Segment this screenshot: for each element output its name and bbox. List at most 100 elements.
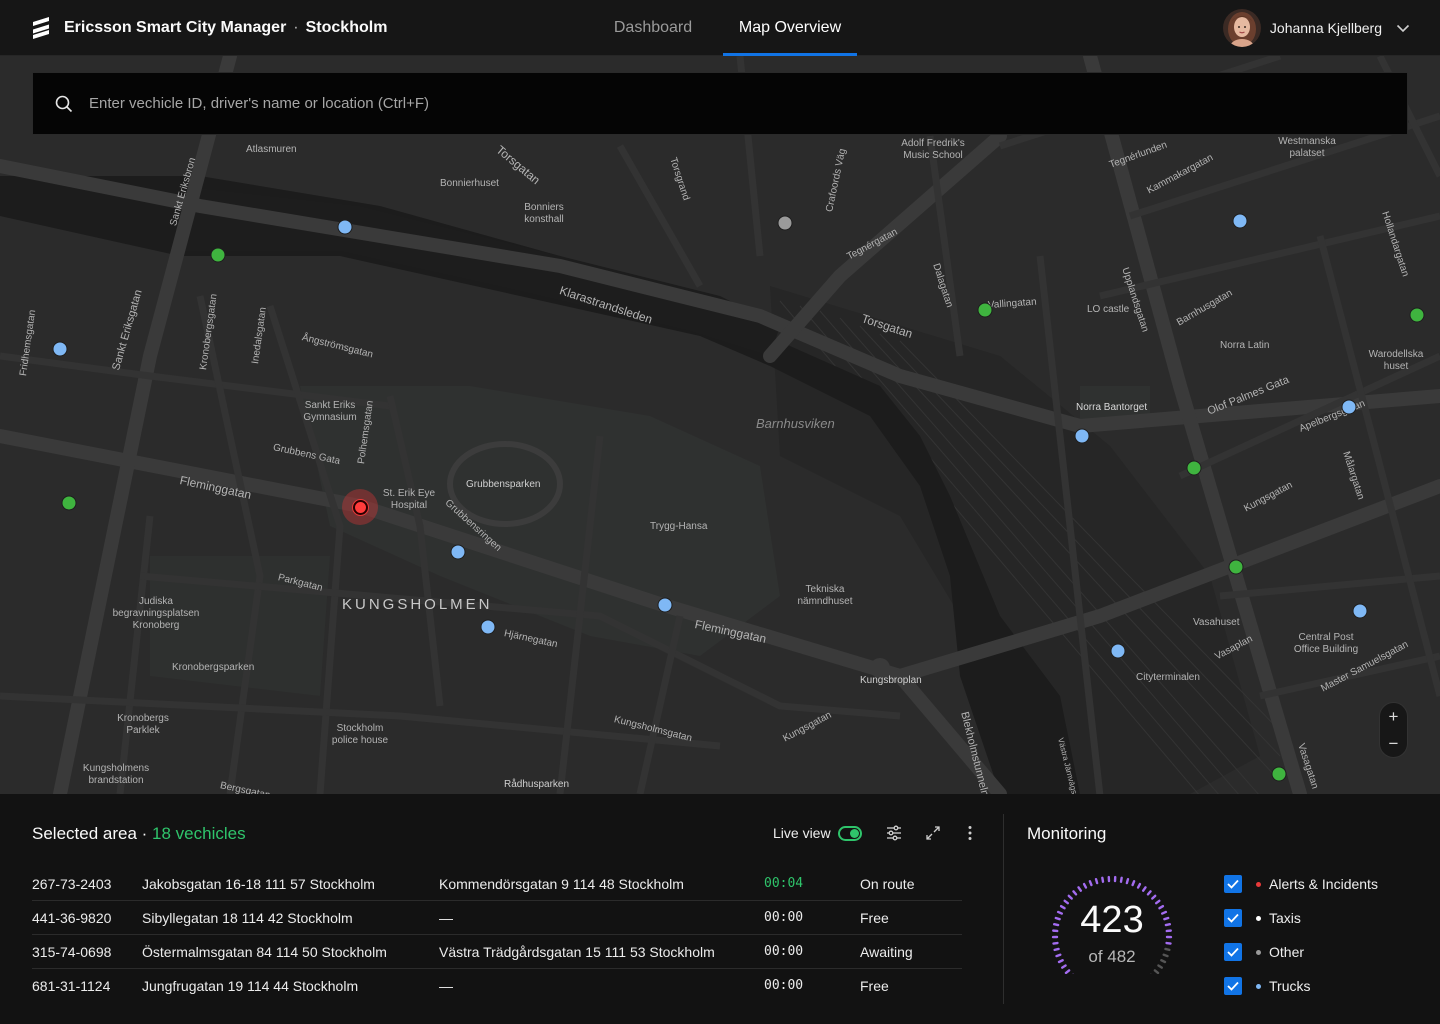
user-name: Johanna Kjellberg <box>1269 20 1382 36</box>
gauge-tick <box>1141 886 1147 892</box>
place-label: Bonnierhuset <box>440 178 499 189</box>
expand-icon[interactable] <box>925 825 941 841</box>
zoom-in-button[interactable]: + <box>1389 708 1399 725</box>
street-label: Atlasmuren <box>246 144 297 155</box>
gauge-tick <box>1119 876 1123 883</box>
city-map[interactable]: KUNGSHOLMEN Barnhusviken Fleminggatan Fl… <box>0 56 1440 794</box>
place-label: Central Post Office Building <box>1293 632 1359 655</box>
gauge-tick <box>1153 969 1160 974</box>
selected-area-heading: Selected area · 18 vechicles <box>32 824 246 844</box>
zoom-out-button[interactable]: − <box>1389 735 1399 752</box>
checkbox-other[interactable] <box>1224 943 1242 961</box>
bottom-panel: Selected area · 18 vechicles Live view 2… <box>0 794 1440 1024</box>
filter-other[interactable]: Other <box>1224 935 1378 969</box>
filter-alerts[interactable]: Alerts & Incidents <box>1224 867 1378 901</box>
check-icon <box>1227 913 1239 923</box>
filter-sliders-icon[interactable] <box>886 825 902 841</box>
monitoring-value: 423 <box>1080 899 1144 941</box>
checkbox-taxis[interactable] <box>1224 909 1242 927</box>
filter-trucks[interactable]: Trucks <box>1224 969 1378 1003</box>
vehicle-marker-truck[interactable] <box>1352 603 1368 619</box>
place-label: Kungsbroplan <box>860 675 922 686</box>
vehicle-marker-truck[interactable] <box>1110 643 1126 659</box>
vehicle-marker-taxi[interactable] <box>1271 766 1287 782</box>
ericsson-logo-icon <box>33 17 49 39</box>
search-input[interactable] <box>89 95 1407 112</box>
vehicle-marker-other[interactable] <box>777 215 793 231</box>
checkbox-alerts[interactable] <box>1224 875 1242 893</box>
gauge-tick <box>1088 880 1093 887</box>
monitoring-total: of 482 <box>1088 947 1136 966</box>
vehicle-count: 18 vechicles <box>152 824 246 843</box>
trip-time: 00:00 <box>764 978 804 993</box>
vehicle-id: 681-31-1124 <box>32 978 111 994</box>
filter-label: Taxis <box>1269 910 1301 926</box>
vehicle-marker-truck[interactable] <box>450 544 466 560</box>
vehicle-marker-taxi[interactable] <box>1228 559 1244 575</box>
place-label: Westmanska palatset <box>1278 136 1336 159</box>
destination-address: — <box>439 978 453 994</box>
live-view-toggle[interactable] <box>838 826 862 841</box>
place-label: Kronobergsparken <box>172 662 255 673</box>
vehicle-id: 315-74-0698 <box>32 944 112 960</box>
place-label: Sankt Eriks Gymnasium <box>303 400 357 423</box>
origin-address: Sibyllegatan 18 114 42 Stockholm <box>142 910 353 926</box>
place-label: Kungsholmens brandstation <box>82 763 150 786</box>
vehicle-marker-truck[interactable] <box>52 341 68 357</box>
tab-map-overview[interactable]: Map Overview <box>723 0 857 56</box>
tab-dashboard[interactable]: Dashboard <box>598 0 708 56</box>
gauge-tick <box>1165 941 1172 945</box>
search-bar[interactable] <box>32 72 1408 135</box>
top-bar: Ericsson Smart City Manager · Stockholm … <box>0 0 1440 56</box>
place-label: Stockholm police house <box>331 723 389 746</box>
filter-label: Alerts & Incidents <box>1269 876 1378 892</box>
vehicle-marker-taxi[interactable] <box>1409 307 1425 323</box>
table-row[interactable]: 681-31-1124 Jungfrugatan 19 114 44 Stock… <box>32 969 962 1003</box>
vehicle-marker-taxi[interactable] <box>977 302 993 318</box>
water-label: Barnhusviken <box>756 416 835 431</box>
vehicle-marker-truck[interactable] <box>337 219 353 235</box>
gauge-tick <box>1072 890 1078 896</box>
table-row[interactable]: 267-73-2403 Jakobsgatan 16-18 111 57 Sto… <box>32 867 962 901</box>
user-menu[interactable]: Johanna Kjellberg <box>1222 0 1410 56</box>
origin-address: Östermalmsgatan 84 114 50 Stockholm <box>142 944 387 960</box>
checkbox-trucks[interactable] <box>1224 977 1242 995</box>
table-row[interactable]: 441-36-9820 Sibyllegatan 18 114 42 Stock… <box>32 901 962 935</box>
place-label: Cityterminalen <box>1136 672 1200 683</box>
vehicle-status: Free <box>860 910 889 926</box>
vehicle-marker-truck[interactable] <box>1232 213 1248 229</box>
gauge-tick <box>1131 880 1136 887</box>
avatar <box>1222 9 1261 47</box>
gauge-tick <box>1146 890 1152 896</box>
vehicle-marker-taxi[interactable] <box>61 495 77 511</box>
place-label: Rådhusparken <box>504 779 570 790</box>
gauge-tick <box>1136 882 1142 889</box>
filter-taxis[interactable]: Taxis <box>1224 901 1378 935</box>
more-vertical-icon[interactable] <box>962 825 978 841</box>
area-label: KUNGSHOLMEN <box>342 596 493 613</box>
vehicle-marker-taxi[interactable] <box>1186 460 1202 476</box>
vehicle-marker-taxi[interactable] <box>210 247 226 263</box>
vehicle-marker-truck[interactable] <box>1341 399 1357 415</box>
place-label: Warodellska huset <box>1368 349 1424 372</box>
vehicle-marker-truck[interactable] <box>1074 428 1090 444</box>
destination-address: — <box>439 910 453 926</box>
alert-marker[interactable] <box>342 489 378 525</box>
table-row[interactable]: 315-74-0698 Östermalmsgatan 84 114 50 St… <box>32 935 962 969</box>
live-view-label: Live view <box>773 825 831 841</box>
gauge-tick <box>1077 886 1083 892</box>
filter-label: Other <box>1269 944 1305 960</box>
vehicle-marker-truck[interactable] <box>480 619 496 635</box>
place-label: Vasahuset <box>1193 617 1240 628</box>
search-icon <box>55 95 73 112</box>
destination-address: Kommendörsgatan 9 114 48 Stockholm <box>439 876 684 892</box>
app-title: Ericsson Smart City Manager <box>64 19 287 36</box>
place-label: Kronobergs Parklek <box>117 713 169 736</box>
brand[interactable]: Ericsson Smart City Manager · Stockholm <box>32 0 387 56</box>
filter-label: Trucks <box>1269 978 1311 994</box>
heading-separator: · <box>141 824 148 843</box>
origin-address: Jungfrugatan 19 114 44 Stockholm <box>142 978 359 994</box>
vehicle-marker-truck[interactable] <box>657 597 673 613</box>
trip-time: 00:00 <box>764 944 804 959</box>
vehicle-status: Free <box>860 978 889 994</box>
